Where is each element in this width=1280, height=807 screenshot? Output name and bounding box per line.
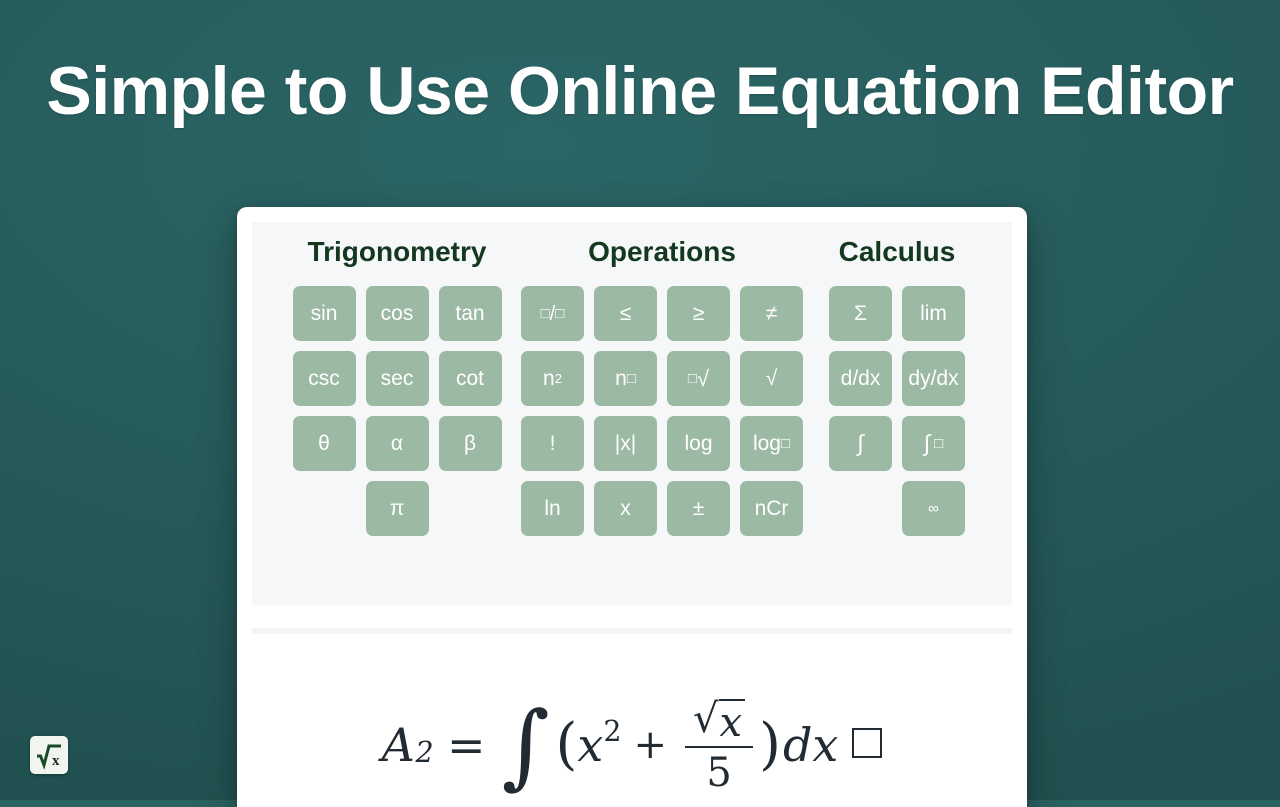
key-n-squared[interactable]: n2	[521, 351, 584, 406]
equation-integral-sign: ∫	[501, 692, 550, 800]
equation-lhs-variable: A	[381, 717, 415, 772]
key-n-power[interactable]: n □	[594, 351, 657, 406]
equation-equals: =	[447, 717, 486, 772]
equation-sqrt-radicand: x	[718, 699, 746, 744]
key-alpha[interactable]: α	[365, 416, 429, 471]
key-not-equal[interactable]: ≠	[740, 286, 803, 341]
keypad-group-calculus: Calculus Σ lim d/dx dy/dx ∫ ∫ □ ∞	[807, 238, 987, 605]
key-cos[interactable]: cos	[365, 286, 429, 341]
key-plus-minus[interactable]: ±	[667, 481, 730, 536]
equation-fraction-numerator: √ x	[685, 698, 753, 746]
equation-editor-icon[interactable]: x	[30, 736, 68, 774]
key-absolute-value[interactable]: |x|	[594, 416, 657, 471]
desktop-background: Simple to Use Online Equation Editor Tri…	[0, 0, 1280, 807]
key-greater-than-or-equal[interactable]: ≥	[667, 286, 730, 341]
key-log-base[interactable]: log □	[740, 416, 803, 471]
key-square-root[interactable]: √	[740, 351, 803, 406]
equation-close-paren: )	[759, 711, 781, 777]
key-derivative[interactable]: d/dx	[829, 351, 892, 406]
svg-text:x: x	[52, 753, 60, 769]
equation-exponent: 2	[603, 714, 622, 748]
group-title-trigonometry: Trigonometry	[307, 236, 487, 267]
keypad-group-trigonometry: Trigonometry sin cos tan csc sec cot θ α…	[277, 238, 517, 605]
equation-plus: +	[633, 721, 668, 768]
keypad-group-operations: Operations □ / □ ≤ ≥ ≠ n2 n □ □ √ √ ! |x| lo…	[517, 238, 807, 605]
key-cot[interactable]: cot	[438, 351, 502, 406]
key-nth-root[interactable]: □ √	[667, 351, 730, 406]
equation-base: x	[577, 717, 604, 772]
key-sigma-sum[interactable]: Σ	[829, 286, 892, 341]
equation-differential: dx	[782, 717, 839, 772]
key-grid-operations: □ / □ ≤ ≥ ≠ n2 n □ □ √ √ ! |x| log log □ ln x…	[521, 286, 803, 536]
key-sec[interactable]: sec	[365, 351, 429, 406]
key-grid-trigonometry: sin cos tan csc sec cot θ α β π	[292, 286, 502, 536]
key-beta[interactable]: β	[438, 416, 502, 471]
key-factorial[interactable]: !	[521, 416, 584, 471]
key-ncr[interactable]: nCr	[740, 481, 803, 536]
group-title-operations: Operations	[588, 236, 736, 267]
equation-editor-card: Trigonometry sin cos tan csc sec cot θ α…	[237, 207, 1027, 807]
key-infinity[interactable]: ∞	[902, 481, 965, 536]
equation-sqrt-sign: √	[693, 696, 719, 742]
key-pi[interactable]: π	[365, 481, 429, 536]
equation-open-paren: (	[555, 711, 578, 777]
key-variable-x[interactable]: x	[594, 481, 657, 536]
key-tan[interactable]: tan	[438, 286, 502, 341]
key-integral[interactable]: ∫	[829, 416, 892, 471]
key-limit[interactable]: lim	[902, 286, 965, 341]
sqrt-x-icon: x	[37, 744, 61, 770]
key-ln[interactable]: ln	[521, 481, 584, 536]
symbol-keypad-panel: Trigonometry sin cos tan csc sec cot θ α…	[252, 222, 1012, 605]
key-theta[interactable]: θ	[292, 416, 356, 471]
page-title: Simple to Use Online Equation Editor	[46, 53, 1234, 129]
key-log[interactable]: log	[667, 416, 730, 471]
key-grid-calculus: Σ lim d/dx dy/dx ∫ ∫ □ ∞	[829, 286, 965, 536]
equation-cursor-placeholder	[852, 727, 883, 758]
equation-fraction-denominator: 5	[706, 750, 732, 796]
key-dy-dx[interactable]: dy/dx	[902, 351, 965, 406]
equation-lhs-subscript: 2	[415, 735, 434, 769]
key-sin[interactable]: sin	[292, 286, 356, 341]
equation-fraction: √ x 5	[685, 698, 754, 796]
key-definite-integral[interactable]: ∫ □	[902, 416, 965, 471]
key-less-than-or-equal[interactable]: ≤	[594, 286, 657, 341]
key-fraction[interactable]: □ / □	[521, 286, 584, 341]
key-csc[interactable]: csc	[292, 351, 356, 406]
group-title-calculus: Calculus	[838, 236, 956, 267]
equation-sqrt: √ x	[693, 696, 746, 744]
rendered-equation: A2 = ∫ ( x2 + √ x 5 ) dx	[381, 692, 883, 800]
equation-preview-area[interactable]: A2 = ∫ ( x2 + √ x 5 ) dx	[237, 634, 1027, 807]
